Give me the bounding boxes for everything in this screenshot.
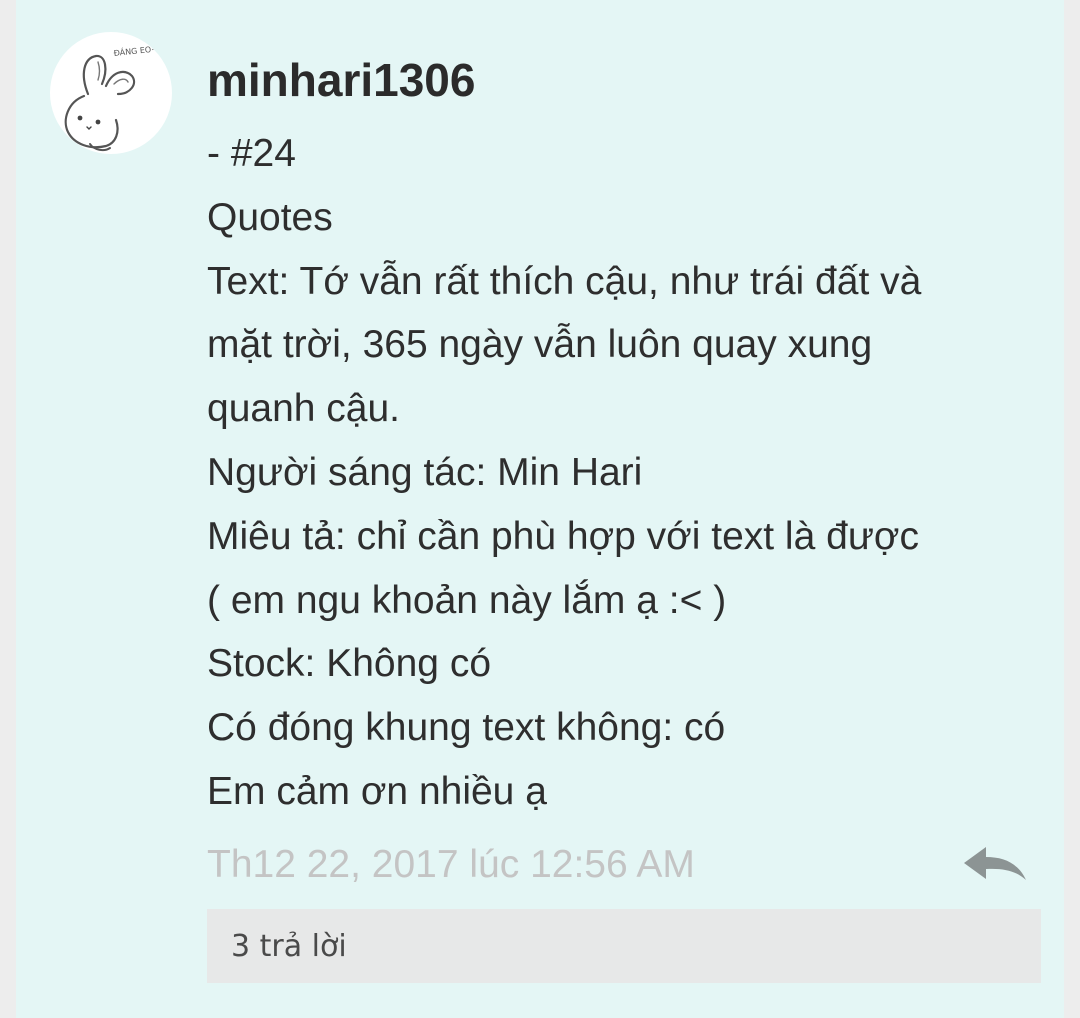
comment-line: Miêu tả: chỉ cần phù hợp với text là đượ…: [207, 514, 919, 558]
replies-count-label[interactable]: 3 trả lời: [231, 927, 347, 967]
reply-arrow-icon: [964, 847, 1026, 880]
comment-line: Em cảm ơn nhiều ạ: [207, 769, 547, 813]
reply-button[interactable]: [960, 842, 1030, 886]
comment-line: - #24: [207, 132, 296, 175]
comment-line: Quotes: [207, 195, 333, 239]
comment-line: Stock: Không có: [207, 642, 492, 686]
comment-line: Người sáng tác: Min Hari: [207, 450, 643, 494]
comment-line: quanh cậu.: [207, 387, 401, 431]
comment-line: ( em ngu khoản này lắm ạ :< ): [207, 578, 727, 622]
comment-line: Text: Tớ vẫn rất thích cậu, như trái đất…: [207, 259, 922, 303]
replies-toggle[interactable]: 3 trả lời: [207, 909, 1041, 983]
avatar-caption: ĐÁNG EO~: [113, 42, 158, 58]
comment-line: Có đóng khung text không: có: [207, 706, 726, 750]
comment-body: - #24 Quotes Text: Tớ vẫn rất thích cậu,…: [207, 122, 1027, 824]
avatar[interactable]: ĐÁNG EO~: [50, 32, 172, 154]
comment-timestamp: Th12 22, 2017 lúc 12:56 AM: [207, 843, 695, 886]
comment-card: ĐÁNG EO~ minhari1306 - #24 Quotes Text: …: [16, 0, 1064, 1018]
author-username[interactable]: minhari1306: [207, 52, 475, 108]
bunny-avatar-icon: ĐÁNG EO~: [64, 42, 158, 152]
comment-line: mặt trời, 365 ngày vẫn luôn quay xung: [207, 323, 873, 367]
